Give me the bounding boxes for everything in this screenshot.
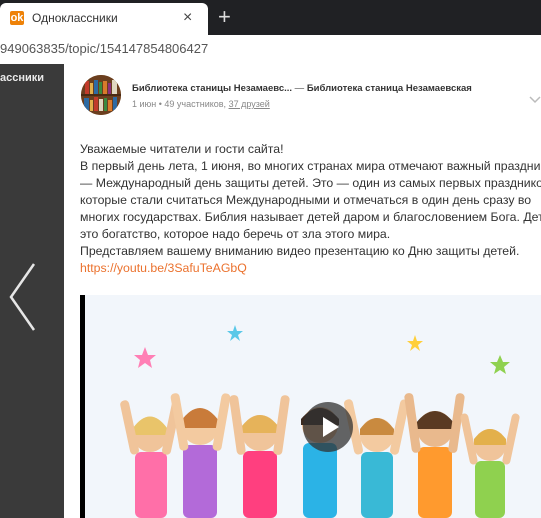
author-separator: — xyxy=(292,83,307,94)
video-thumbnail xyxy=(85,295,541,518)
post-paragraph: которые стали считаться Международными и… xyxy=(80,193,532,207)
post-paragraph: — Международный день защиты детей. Это —… xyxy=(80,176,541,190)
post-paragraph: это богатство, которое надо беречь от зл… xyxy=(80,227,391,241)
video-link[interactable]: https://youtu.be/3SafuTeAGbQ xyxy=(80,261,247,275)
tab-title: Одноклассники xyxy=(32,11,118,25)
author-name[interactable]: Библиотека станицы Незамаевс... xyxy=(132,83,292,94)
ok-logo-icon: ok xyxy=(10,11,24,25)
url-text[interactable]: 949063835/topic/154147854806427 xyxy=(0,41,208,56)
browser-tab[interactable]: ok Одноклассники × xyxy=(0,3,208,35)
address-bar[interactable]: 949063835/topic/154147854806427 xyxy=(0,35,541,65)
post-author-line: Библиотека станицы Незамаевс... — Библио… xyxy=(132,83,472,94)
post-paragraph: Уважаемые читатели и гости сайта! xyxy=(80,142,284,156)
friends-link[interactable]: 37 друзей xyxy=(229,99,270,109)
page: ассники Библиотека станицы Незамаевс... … xyxy=(0,64,541,518)
video-player[interactable] xyxy=(80,295,541,518)
post-card: Библиотека станицы Незамаевс... — Библио… xyxy=(64,64,541,518)
post-paragraph: многих государствах. Библия называет дет… xyxy=(80,210,541,224)
site-label: ассники xyxy=(0,72,45,84)
group-name[interactable]: Библиотека станица Незамаевская xyxy=(307,83,472,94)
post-paragraph: Представляем вашему вниманию видео презе… xyxy=(80,244,520,258)
more-icon[interactable] xyxy=(528,92,541,106)
new-tab-icon[interactable]: + xyxy=(218,4,231,30)
play-icon[interactable] xyxy=(303,402,353,452)
post-text: Уважаемые читатели и гости сайта! В перв… xyxy=(80,141,541,277)
browser-tabbar: ok Одноклассники × + xyxy=(0,0,541,35)
avatar[interactable] xyxy=(81,75,121,115)
post-paragraph: В первый день лета, 1 июня, во многих ст… xyxy=(80,159,541,173)
left-strip: ассники xyxy=(0,64,64,518)
chevron-left-icon[interactable] xyxy=(8,262,38,332)
post-meta: 1 июн • 49 участников, 37 друзей xyxy=(132,99,270,109)
close-tab-icon[interactable]: × xyxy=(183,9,192,27)
post-date-members: 1 июн • 49 участников, xyxy=(132,99,229,109)
